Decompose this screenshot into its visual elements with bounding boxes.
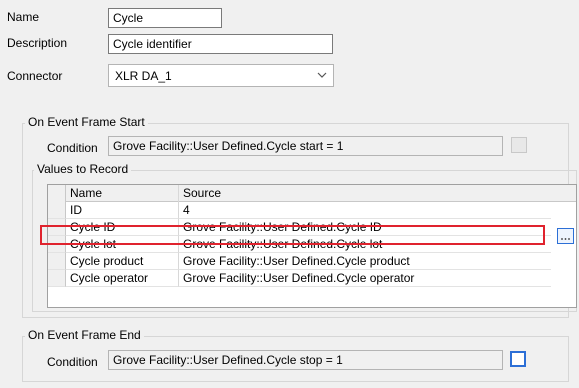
table-row[interactable]: Cycle operator Grove Facility::User Defi… xyxy=(48,270,576,287)
name-label: Name xyxy=(7,10,40,24)
connector-selected-value: XLR DA_1 xyxy=(115,69,172,83)
row-header-corner xyxy=(48,185,66,202)
cycle-id-browse-button[interactable] xyxy=(557,228,574,244)
row-name-cell[interactable]: Cycle ID xyxy=(66,219,179,236)
row-name-cell[interactable]: ID xyxy=(66,202,179,219)
row-source-cell[interactable]: Grove Facility::User Defined.Cycle opera… xyxy=(179,270,551,287)
row-source-cell[interactable]: Grove Facility::User Defined.Cycle produ… xyxy=(179,253,551,270)
values-to-record-title: Values to Record xyxy=(34,162,132,176)
row-name-cell[interactable]: Cycle operator xyxy=(66,270,179,287)
description-field[interactable]: Cycle identifier xyxy=(108,34,333,54)
table-row[interactable]: Cycle lot Grove Facility::User Defined.C… xyxy=(48,236,576,253)
row-selector[interactable] xyxy=(48,219,66,236)
row-name-cell[interactable]: Cycle lot xyxy=(66,236,179,253)
row-selector[interactable] xyxy=(48,253,66,270)
row-source-cell[interactable]: 4 xyxy=(179,202,551,219)
values-grid: Name Source ID 4 Cycle ID Grove Facility… xyxy=(47,184,577,308)
column-header-source[interactable]: Source xyxy=(179,185,551,202)
description-label: Description xyxy=(7,36,68,50)
connector-select[interactable]: XLR DA_1 xyxy=(108,64,334,87)
grid-header: Name Source xyxy=(48,185,576,202)
start-condition-browse-button[interactable] xyxy=(511,137,527,153)
table-row[interactable]: Cycle product Grove Facility::User Defin… xyxy=(48,253,576,270)
start-condition-field[interactable]: Grove Facility::User Defined.Cycle start… xyxy=(108,136,503,156)
row-source-cell[interactable]: Grove Facility::User Defined.Cycle lot xyxy=(179,236,551,253)
end-condition-browse-button[interactable] xyxy=(510,351,526,367)
column-header-name[interactable]: Name xyxy=(66,185,179,202)
event-frame-end-title: On Event Frame End xyxy=(25,328,144,342)
row-selector[interactable] xyxy=(48,202,66,219)
start-condition-label: Condition xyxy=(47,141,98,155)
name-field[interactable]: Cycle xyxy=(108,8,222,28)
event-frame-start-title: On Event Frame Start xyxy=(25,115,148,129)
row-source-cell[interactable]: Grove Facility::User Defined.Cycle ID xyxy=(179,219,551,236)
row-name-cell[interactable]: Cycle product xyxy=(66,253,179,270)
table-row[interactable]: Cycle ID Grove Facility::User Defined.Cy… xyxy=(48,219,576,236)
ellipsis-icon xyxy=(561,238,570,240)
row-selector[interactable] xyxy=(48,270,66,287)
table-row[interactable]: ID 4 xyxy=(48,202,576,219)
row-selector[interactable] xyxy=(48,236,66,253)
end-condition-label: Condition xyxy=(47,355,98,369)
chevron-down-icon xyxy=(317,72,327,78)
end-condition-field[interactable]: Grove Facility::User Defined.Cycle stop … xyxy=(108,350,503,370)
connector-label: Connector xyxy=(7,69,63,83)
